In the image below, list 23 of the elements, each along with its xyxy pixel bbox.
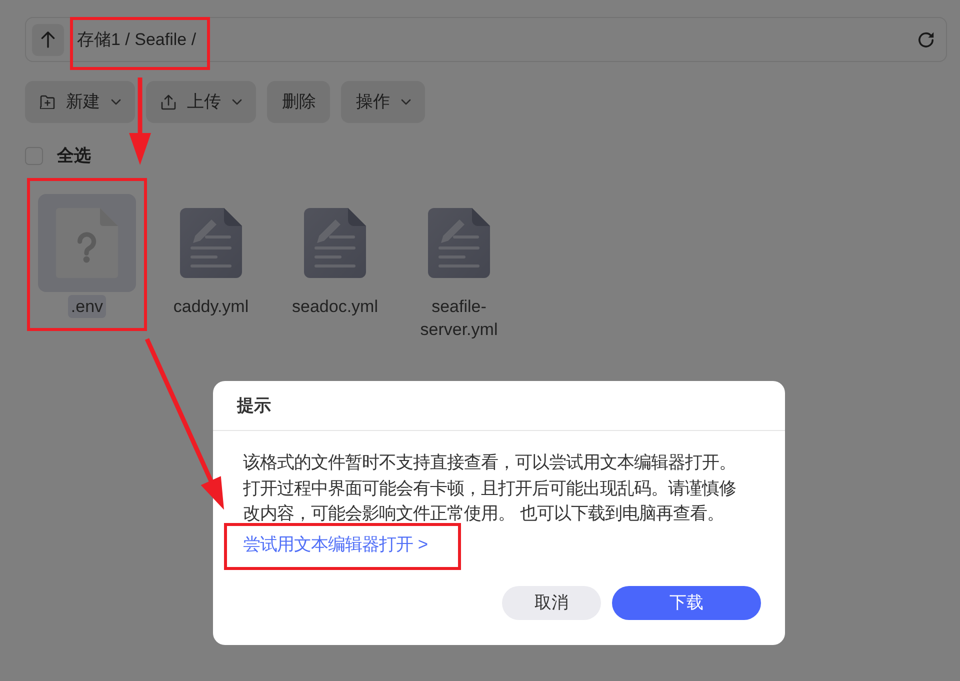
checkbox-label: 全选 bbox=[57, 145, 91, 167]
path-text: 存储1 / Seafile / bbox=[77, 28, 196, 50]
new-button[interactable]: 新建 bbox=[25, 81, 135, 123]
text-file-icon bbox=[304, 208, 366, 278]
dialog-message: 该格式的文件暂时不支持直接查看，可以尝试用文本编辑器打开。打开过程中界面可能会有卡顿，且打开后可能出现乱码。请谨慎修改内容，可能会影响文件正常使用。 也可以下载到电脑再查看。 bbox=[243, 451, 737, 526]
text-file-icon bbox=[428, 208, 490, 278]
toolbar-button[interactable]: 删除 bbox=[267, 81, 330, 123]
file-item[interactable]: seadoc.yml bbox=[286, 194, 384, 318]
upload-icon bbox=[161, 94, 176, 110]
text-file-icon bbox=[180, 208, 242, 278]
folder-plus-icon bbox=[40, 95, 55, 109]
dialog-title: 提示 bbox=[237, 394, 271, 417]
unknown-file-icon bbox=[56, 208, 118, 278]
up-arrow-icon bbox=[41, 31, 55, 48]
up-button[interactable] bbox=[32, 24, 64, 56]
toolbar-button[interactable]: 操作 bbox=[341, 81, 425, 123]
file-item[interactable]: caddy.yml bbox=[162, 194, 260, 318]
file-item[interactable]: seafile-server.yml bbox=[410, 194, 508, 341]
download-button[interactable]: 下载 bbox=[612, 586, 761, 620]
upload-button[interactable]: 上传 bbox=[146, 81, 256, 123]
refresh-icon[interactable] bbox=[917, 30, 935, 48]
cancel-button[interactable]: 取消 bbox=[502, 586, 601, 620]
text-editor-link[interactable]: 尝试用文本编辑器打开 > bbox=[243, 530, 428, 557]
